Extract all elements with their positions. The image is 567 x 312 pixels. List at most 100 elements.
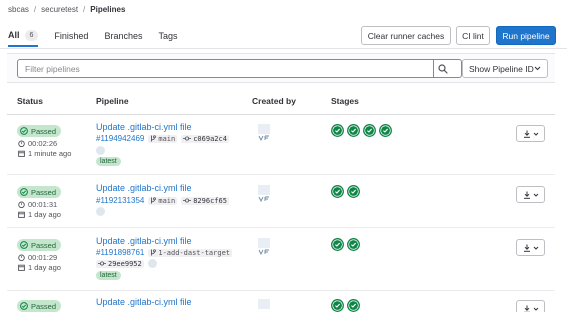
status-badge[interactable]: Passed <box>17 300 62 312</box>
search-icon <box>438 63 448 74</box>
breadcrumb-separator: / <box>83 4 86 14</box>
download-icon <box>523 130 538 138</box>
check-circle-icon[interactable] <box>331 124 344 137</box>
branch-name: 1-add-dast-target <box>158 248 231 257</box>
duration: 00:01:29 <box>18 253 57 262</box>
column-header-status: Status <box>17 96 43 106</box>
finished-time: 1 day ago <box>18 263 61 272</box>
tabs-divider <box>0 48 567 49</box>
finished-time: 1 day ago <box>18 210 61 219</box>
check-circle-icon[interactable] <box>347 299 360 312</box>
commit-sha-value: 8296cf65 <box>193 196 227 205</box>
status-badge[interactable]: Passed <box>17 125 62 137</box>
duration: 00:01:31 <box>18 200 57 209</box>
breadcrumb-current: Pipelines <box>90 4 126 14</box>
timer-icon <box>18 254 25 261</box>
row-divider <box>7 290 555 291</box>
filter-bar: Filter pipelines Show Pipeline ID <box>7 53 555 83</box>
tab-finished[interactable]: Finished <box>54 25 88 47</box>
pipeline-sha-line: 29ee9952 <box>96 259 157 268</box>
commit-sha[interactable]: c069a2c4 <box>181 134 229 143</box>
status-badge[interactable]: Passed <box>17 186 62 198</box>
check-circle-icon[interactable] <box>331 185 344 198</box>
branch-name: main <box>158 134 176 143</box>
search-button[interactable] <box>433 59 452 78</box>
breadcrumb-project[interactable]: securetest <box>41 5 78 14</box>
commit-icon <box>183 198 192 203</box>
pipeline-commit-title[interactable]: Update .gitlab-ci.yml file <box>96 297 192 307</box>
pipeline-id-link[interactable]: #1194942469 <box>96 134 144 143</box>
avatar[interactable] <box>256 237 272 255</box>
check-circle-icon[interactable] <box>347 185 360 198</box>
stage-list <box>331 124 395 137</box>
status-label: Passed <box>31 240 57 250</box>
download-artifacts-button[interactable] <box>516 186 545 203</box>
avatar[interactable] <box>256 123 272 141</box>
tab-all[interactable]: All 6 <box>8 25 39 47</box>
tab-all-label: All <box>8 30 20 40</box>
pipeline-commit-title[interactable]: Update .gitlab-ci.yml file <box>96 122 192 132</box>
check-circle-icon[interactable] <box>347 124 360 137</box>
download-artifacts-button[interactable] <box>516 125 545 142</box>
pipeline-id-line: #1192131354 main 8296cf65 <box>96 196 229 205</box>
finished-time-value: 1 minute ago <box>28 149 72 158</box>
commit-sha[interactable]: 29ee9952 <box>96 259 144 268</box>
avatar[interactable] <box>256 184 272 202</box>
timer-icon <box>18 140 25 147</box>
finished-time-value: 1 day ago <box>28 210 61 219</box>
pipeline-id-link[interactable]: #1191898761 <box>96 248 144 257</box>
show-pipeline-id-label: Show Pipeline ID <box>469 63 534 74</box>
commit-sha[interactable]: 8296cf65 <box>181 196 229 205</box>
pipeline-commit-title[interactable]: Update .gitlab-ci.yml file <box>96 183 192 193</box>
branch-ref[interactable]: main <box>148 196 178 205</box>
download-icon <box>523 244 538 252</box>
run-pipeline-button[interactable]: Run pipeline <box>496 26 556 45</box>
tab-tags[interactable]: Tags <box>158 25 177 47</box>
check-circle-icon[interactable] <box>363 124 376 137</box>
table-header-divider <box>7 114 555 115</box>
stage-list <box>331 238 363 251</box>
check-circle-icon <box>20 241 28 249</box>
pipeline-id-line: #1191898761 1-add-dast-target <box>96 248 236 257</box>
latest-badge: latest <box>96 157 121 166</box>
latest-badge: latest <box>96 271 121 280</box>
check-circle-icon <box>20 302 28 310</box>
duration-value: 00:01:31 <box>28 200 58 209</box>
branch-ref[interactable]: main <box>148 134 178 143</box>
download-artifacts-button[interactable] <box>516 239 545 256</box>
row-divider <box>7 227 555 228</box>
filter-placeholder: Filter pipelines <box>25 63 80 74</box>
tab-all-count: 6 <box>24 29 39 41</box>
check-circle-icon <box>20 127 28 135</box>
calendar-icon <box>18 264 25 271</box>
row-divider <box>7 174 555 175</box>
branch-ref[interactable]: 1-add-dast-target <box>148 248 233 257</box>
avatar <box>147 259 157 268</box>
column-header-pipeline: Pipeline <box>96 96 129 106</box>
commit-icon <box>98 261 106 266</box>
clear-runner-caches-button[interactable]: Clear runner caches <box>361 26 451 45</box>
check-circle-icon <box>20 188 28 196</box>
tab-branches[interactable]: Branches <box>104 25 142 47</box>
commit-sha-value: 29ee9952 <box>108 259 142 268</box>
status-badge[interactable]: Passed <box>17 239 62 251</box>
avatar[interactable] <box>256 298 272 312</box>
check-circle-icon[interactable] <box>331 238 344 251</box>
breadcrumb-group[interactable]: sbcas <box>8 5 29 14</box>
avatar <box>96 207 105 216</box>
show-pipeline-id-dropdown[interactable]: Show Pipeline ID <box>462 59 548 78</box>
download-icon <box>523 305 538 312</box>
breadcrumb: sbcas / securetest / Pipelines <box>8 3 125 15</box>
check-circle-icon[interactable] <box>379 124 392 137</box>
calendar-icon <box>18 150 25 157</box>
check-circle-icon[interactable] <box>331 299 344 312</box>
chevron-down-icon <box>534 66 541 71</box>
branch-name: main <box>158 196 176 205</box>
check-circle-icon[interactable] <box>347 238 360 251</box>
branch-icon <box>151 197 157 204</box>
download-artifacts-button[interactable] <box>516 300 545 312</box>
pipeline-commit-title[interactable]: Update .gitlab-ci.yml file <box>96 236 192 246</box>
pipeline-id-link[interactable]: #1192131354 <box>96 196 144 205</box>
ci-lint-button[interactable]: CI lint <box>456 26 490 45</box>
filter-pipelines-input[interactable]: Filter pipelines <box>17 59 462 78</box>
